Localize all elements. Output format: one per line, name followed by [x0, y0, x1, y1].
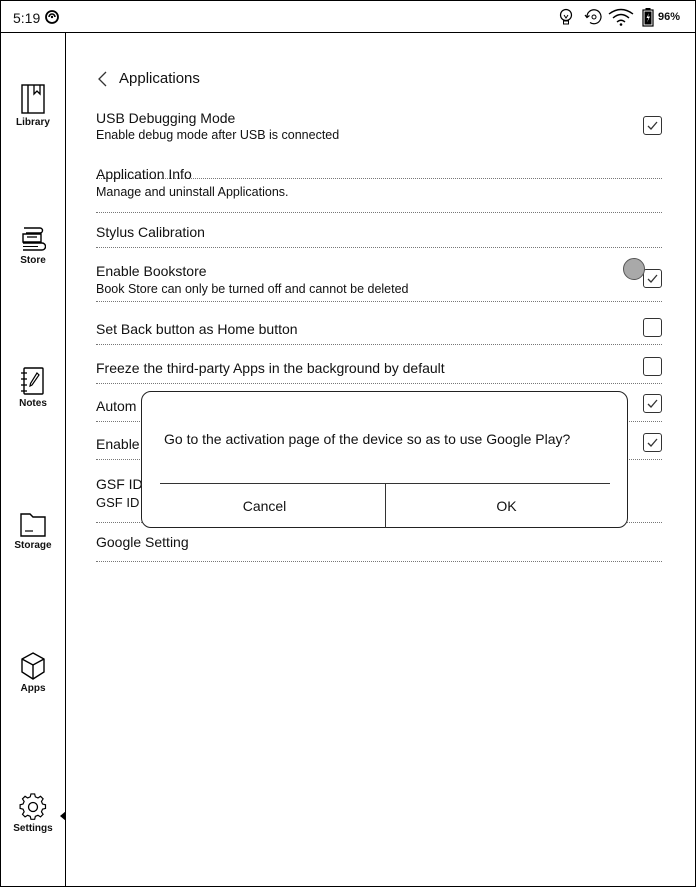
page-title: Applications [119, 70, 200, 87]
sidebar-item-label: Storage [14, 540, 52, 551]
library-icon [21, 84, 45, 114]
dialog-message: Go to the activation page of the device … [164, 431, 571, 447]
touch-indicator [623, 258, 645, 280]
enable-google-play-checkbox[interactable] [643, 433, 662, 452]
sidebar-item-label: Apps [20, 683, 46, 694]
ok-button-label: OK [496, 498, 517, 514]
refresh-mode-icon [584, 9, 602, 25]
enable-bookstore-checkbox[interactable] [643, 269, 662, 288]
row-title: GSF ID [96, 476, 143, 492]
sidebar-item-label: Store [20, 255, 46, 266]
cancel-button-label: Cancel [242, 498, 287, 514]
autom-checkbox[interactable] [643, 394, 662, 413]
check-icon [647, 274, 658, 283]
status-bar: 5:19 96% [1, 1, 695, 33]
battery-icon [642, 8, 654, 27]
sidebar: Library Store Notes Storage Apps Setting… [1, 33, 66, 886]
sidebar-item-label: Settings [13, 823, 53, 834]
setting-row-google-setting[interactable]: Google Setting [96, 523, 662, 562]
sidebar-item-settings[interactable]: Settings [1, 793, 65, 853]
sidebar-item-notes[interactable]: Notes [1, 366, 65, 426]
store-icon [22, 227, 46, 251]
sidebar-item-label: Library [16, 117, 50, 128]
row-title: Enable [96, 436, 140, 452]
gear-icon [19, 793, 47, 820]
sync-status-icon [45, 10, 59, 24]
folder-icon [20, 513, 46, 537]
row-subtitle: Enable debug mode after USB is connected [96, 128, 340, 142]
check-icon [647, 399, 658, 408]
row-title: USB Debugging Mode [96, 110, 236, 126]
setting-row-back-as-home[interactable]: Set Back button as Home button [96, 302, 662, 345]
sidebar-item-store[interactable]: Store [1, 225, 65, 285]
setting-row-freeze-apps[interactable]: Freeze the third-party Apps in the backg… [96, 345, 662, 384]
status-time: 5:19 [13, 10, 41, 26]
wifi-icon [608, 8, 634, 26]
sidebar-item-library[interactable]: Library [1, 83, 65, 143]
row-title: Autom [96, 398, 137, 414]
back-button[interactable]: Applications [96, 70, 296, 90]
setting-row-stylus-calibration[interactable]: Stylus Calibration [96, 213, 662, 248]
sidebar-item-apps[interactable]: Apps [1, 651, 65, 711]
setting-row-application-info[interactable]: Application Info Manage and uninstall Ap… [96, 161, 662, 213]
setting-row-enable-bookstore[interactable]: Enable Bookstore Book Store can only be … [96, 247, 662, 302]
row-subtitle: GSF ID [96, 495, 140, 510]
row-subtitle: Book Store can only be turned off and ca… [96, 282, 409, 296]
back-as-home-checkbox[interactable] [643, 318, 662, 337]
check-icon [647, 438, 658, 447]
cancel-button[interactable]: Cancel [152, 484, 377, 528]
frontlight-icon [559, 8, 573, 25]
ok-button[interactable]: OK [394, 484, 619, 528]
usb-debugging-checkbox[interactable] [643, 116, 662, 135]
row-title: Google Setting [96, 534, 189, 550]
notes-icon [21, 367, 44, 395]
apps-cube-icon [21, 652, 45, 680]
active-indicator-icon [60, 811, 66, 821]
sidebar-item-label: Notes [19, 398, 47, 409]
freeze-apps-checkbox[interactable] [643, 357, 662, 376]
row-title: Freeze the third-party Apps in the backg… [96, 360, 445, 376]
device-screen: 5:19 96% Library Store Notes Storage App… [0, 0, 696, 887]
row-title: Stylus Calibration [96, 224, 205, 240]
row-title: Set Back button as Home button [96, 321, 298, 337]
sidebar-item-storage[interactable]: Storage [1, 510, 65, 570]
battery-percent: 96% [658, 11, 681, 23]
google-play-activation-dialog: Go to the activation page of the device … [141, 391, 628, 528]
row-subtitle: Manage and uninstall Applications. [96, 185, 289, 199]
check-icon [647, 121, 658, 130]
chevron-left-icon [98, 71, 107, 87]
dialog-button-divider [385, 483, 386, 528]
row-title: Enable Bookstore [96, 263, 207, 279]
row-title: Application Info [96, 166, 192, 182]
